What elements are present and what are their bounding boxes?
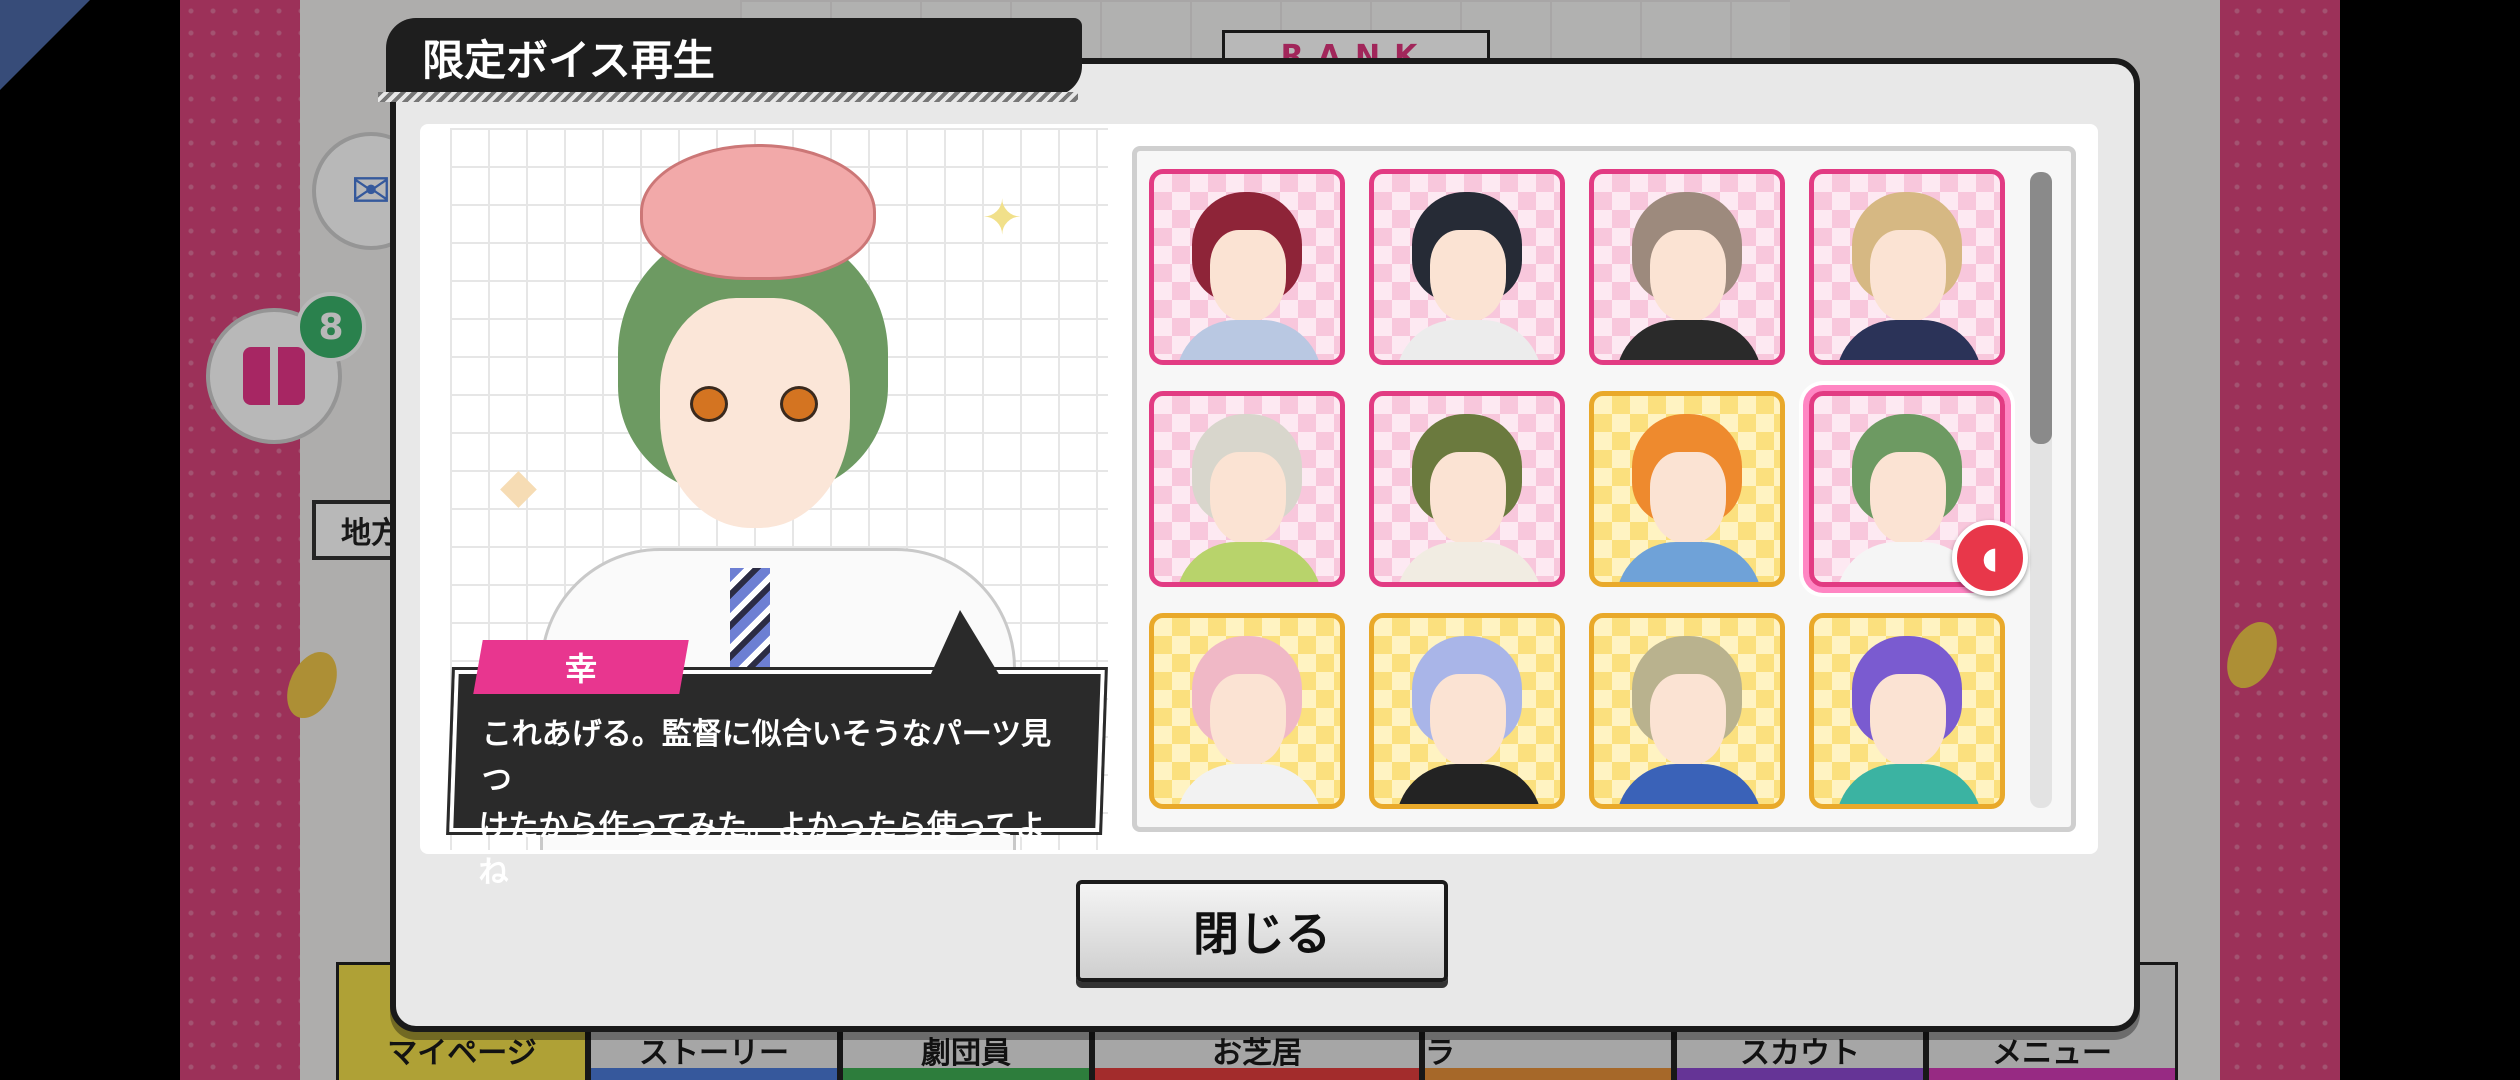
character-card[interactable]	[1369, 613, 1565, 809]
portrait-body	[1396, 764, 1542, 804]
character-card[interactable]	[1369, 391, 1565, 587]
character-card[interactable]	[1589, 391, 1785, 587]
portrait-face	[1650, 452, 1726, 544]
portrait-face	[1650, 674, 1726, 766]
speaker-name: 幸	[564, 650, 597, 688]
character-card[interactable]	[1809, 169, 2005, 365]
dialog-title: 限定ボイス再生	[386, 18, 1082, 96]
close-button[interactable]: 閉じる	[1076, 880, 1448, 982]
speaker-icon[interactable]: ◖	[1952, 520, 2028, 596]
sparkle-icon: ✦	[982, 190, 1023, 246]
character-face	[660, 298, 850, 528]
character-card[interactable]	[1149, 391, 1345, 587]
character-eye	[780, 386, 818, 422]
character-grid	[1149, 169, 2005, 809]
speech-line: これあげる。監督に似合いそうなパーツ見つ	[481, 717, 1052, 798]
speaker-name-tag: 幸	[473, 640, 689, 694]
character-eye	[690, 386, 728, 422]
character-card[interactable]	[1149, 169, 1345, 365]
portrait-face	[1210, 230, 1286, 322]
portrait-face	[1430, 674, 1506, 766]
portrait-face	[1430, 452, 1506, 544]
portrait-body	[1176, 542, 1322, 582]
character-card[interactable]	[1149, 613, 1345, 809]
portrait-body	[1616, 542, 1762, 582]
portrait-body	[1396, 542, 1542, 582]
portrait-body	[1616, 320, 1762, 360]
portrait-body	[1176, 320, 1322, 360]
character-card[interactable]	[1809, 613, 2005, 809]
title-stripe	[378, 92, 1078, 102]
scroll-thumb[interactable]	[2030, 172, 2052, 444]
character-grid-frame	[1132, 146, 2076, 832]
speech-bubble-tail	[930, 610, 1000, 676]
portrait-body	[1396, 320, 1542, 360]
character-card[interactable]	[1369, 169, 1565, 365]
character-card[interactable]	[1589, 613, 1785, 809]
grid-scrollbar[interactable]	[2030, 172, 2052, 808]
character-card[interactable]	[1589, 169, 1785, 365]
sparkle-icon: ◆	[500, 458, 537, 514]
portrait-body	[1616, 764, 1762, 804]
portrait-face	[1650, 230, 1726, 322]
portrait-body	[1176, 764, 1322, 804]
portrait-face	[1870, 452, 1946, 544]
portrait-body	[1836, 764, 1982, 804]
character-beret	[640, 144, 876, 280]
portrait-face	[1430, 230, 1506, 322]
portrait-body	[1836, 320, 1982, 360]
portrait-face	[1870, 230, 1946, 322]
portrait-face	[1210, 452, 1286, 544]
portrait-face	[1210, 674, 1286, 766]
portrait-face	[1870, 674, 1946, 766]
speech-bubble: これあげる。監督に似合いそうなパーツ見つ けたから作ってみた。よかったら使ってよ…	[446, 667, 1108, 890]
speech-line: けたから作ってみた。よかったら使ってよね	[478, 809, 1046, 890]
